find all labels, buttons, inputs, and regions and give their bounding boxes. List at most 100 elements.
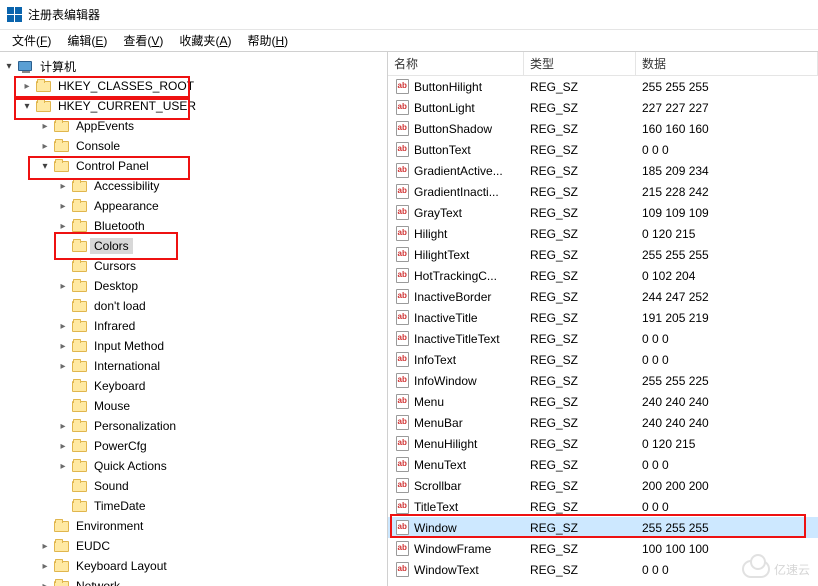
value-row[interactable]: ScrollbarREG_SZ200 200 200 [388, 475, 818, 496]
expand-icon[interactable] [38, 161, 52, 172]
menu-favorites[interactable]: 收藏夹(A) [171, 30, 239, 51]
value-row[interactable]: HilightTextREG_SZ255 255 255 [388, 244, 818, 265]
value-row[interactable]: WindowFrameREG_SZ100 100 100 [388, 538, 818, 559]
string-value-icon [394, 499, 410, 515]
value-row[interactable]: ButtonLightREG_SZ227 227 227 [388, 97, 818, 118]
value-row[interactable]: ButtonHilightREG_SZ255 255 255 [388, 76, 818, 97]
expand-icon[interactable] [56, 461, 70, 472]
expand-icon[interactable] [56, 281, 70, 292]
value-name: InactiveTitle [388, 310, 524, 326]
value-row[interactable]: InfoWindowREG_SZ255 255 225 [388, 370, 818, 391]
value-type: REG_SZ [524, 143, 636, 157]
value-type: REG_SZ [524, 164, 636, 178]
expand-icon[interactable] [38, 141, 52, 152]
value-type: REG_SZ [524, 227, 636, 241]
menu-view[interactable]: 查看(V) [115, 30, 171, 51]
tree-accessibility[interactable]: Accessibility [2, 176, 387, 196]
expand-icon[interactable] [56, 341, 70, 352]
value-row[interactable]: HotTrackingC...REG_SZ0 102 204 [388, 265, 818, 286]
value-row[interactable]: MenuREG_SZ240 240 240 [388, 391, 818, 412]
value-row[interactable]: InactiveTitleTextREG_SZ0 0 0 [388, 328, 818, 349]
tree-keyboard[interactable]: Keyboard [2, 376, 387, 396]
value-data: 0 0 0 [636, 353, 818, 367]
expand-icon[interactable] [56, 361, 70, 372]
value-data: 0 120 215 [636, 227, 818, 241]
expand-icon[interactable] [2, 61, 16, 72]
tree-environment[interactable]: Environment [2, 516, 387, 536]
value-name: InfoWindow [388, 373, 524, 389]
value-row[interactable]: GrayTextREG_SZ109 109 109 [388, 202, 818, 223]
expand-icon[interactable] [56, 421, 70, 432]
tree-console[interactable]: Console [2, 136, 387, 156]
tree-international[interactable]: International [2, 356, 387, 376]
tree-root[interactable]: 计算机 [2, 56, 387, 76]
value-row[interactable]: WindowREG_SZ255 255 255 [388, 517, 818, 538]
value-row[interactable]: MenuBarREG_SZ240 240 240 [388, 412, 818, 433]
expand-icon[interactable] [20, 101, 34, 112]
tree-mouse[interactable]: Mouse [2, 396, 387, 416]
expand-icon[interactable] [38, 121, 52, 132]
tree-quickactions[interactable]: Quick Actions [2, 456, 387, 476]
expand-icon[interactable] [56, 321, 70, 332]
tree-pane[interactable]: 计算机 HKEY_CLASSES_ROOT HKEY_CURRENT_USER … [0, 52, 388, 586]
tree-hkcr[interactable]: HKEY_CLASSES_ROOT [2, 76, 387, 96]
folder-icon [71, 318, 87, 334]
tree-appearance[interactable]: Appearance [2, 196, 387, 216]
expand-icon[interactable] [56, 201, 70, 212]
tree-eudc[interactable]: EUDC [2, 536, 387, 556]
tree-inputmethod[interactable]: Input Method [2, 336, 387, 356]
value-row[interactable]: InactiveTitleREG_SZ191 205 219 [388, 307, 818, 328]
tree-infrared[interactable]: Infrared [2, 316, 387, 336]
value-data: 185 209 234 [636, 164, 818, 178]
expand-icon[interactable] [56, 441, 70, 452]
column-name[interactable]: 名称 [388, 52, 524, 75]
menu-edit[interactable]: 编辑(E) [59, 30, 115, 51]
value-type: REG_SZ [524, 374, 636, 388]
tree-desktop[interactable]: Desktop [2, 276, 387, 296]
tree-powercfg[interactable]: PowerCfg [2, 436, 387, 456]
value-row[interactable]: GradientInacti...REG_SZ215 228 242 [388, 181, 818, 202]
tree-colors[interactable]: Colors [2, 236, 387, 256]
value-row[interactable]: MenuHilightREG_SZ0 120 215 [388, 433, 818, 454]
folder-icon [71, 338, 87, 354]
tree-bluetooth[interactable]: Bluetooth [2, 216, 387, 236]
value-row[interactable]: TitleTextREG_SZ0 0 0 [388, 496, 818, 517]
tree-appevents[interactable]: AppEvents [2, 116, 387, 136]
list-pane[interactable]: 名称 类型 数据 ButtonHilightREG_SZ255 255 255B… [388, 52, 818, 586]
tree-cursors[interactable]: Cursors [2, 256, 387, 276]
menu-bar: 文件(F) 编辑(E) 查看(V) 收藏夹(A) 帮助(H) [0, 30, 818, 52]
menu-file[interactable]: 文件(F) [4, 30, 59, 51]
expand-icon[interactable] [20, 81, 34, 92]
tree-dontload[interactable]: don't load [2, 296, 387, 316]
value-name: Menu [388, 394, 524, 410]
value-row[interactable]: GradientActive...REG_SZ185 209 234 [388, 160, 818, 181]
value-row[interactable]: MenuTextREG_SZ0 0 0 [388, 454, 818, 475]
expand-icon[interactable] [38, 561, 52, 572]
expand-icon[interactable] [38, 581, 52, 586]
expand-icon[interactable] [56, 221, 70, 232]
value-row[interactable]: ButtonShadowREG_SZ160 160 160 [388, 118, 818, 139]
expand-icon[interactable] [56, 181, 70, 192]
value-row[interactable]: ButtonTextREG_SZ0 0 0 [388, 139, 818, 160]
value-type: REG_SZ [524, 353, 636, 367]
value-name: InactiveBorder [388, 289, 524, 305]
string-value-icon [394, 121, 410, 137]
tree-timedate[interactable]: TimeDate [2, 496, 387, 516]
value-row[interactable]: InactiveBorderREG_SZ244 247 252 [388, 286, 818, 307]
tree-hkcu[interactable]: HKEY_CURRENT_USER [2, 96, 387, 116]
value-row[interactable]: InfoTextREG_SZ0 0 0 [388, 349, 818, 370]
tree-keyboardlayout[interactable]: Keyboard Layout [2, 556, 387, 576]
value-row[interactable]: WindowTextREG_SZ0 0 0 [388, 559, 818, 580]
string-value-icon [394, 142, 410, 158]
value-name: HilightText [388, 247, 524, 263]
column-data[interactable]: 数据 [636, 52, 818, 75]
expand-icon[interactable] [38, 541, 52, 552]
tree-sound[interactable]: Sound [2, 476, 387, 496]
string-value-icon [394, 415, 410, 431]
tree-personalization[interactable]: Personalization [2, 416, 387, 436]
tree-network[interactable]: Network [2, 576, 387, 586]
column-type[interactable]: 类型 [524, 52, 636, 75]
value-row[interactable]: HilightREG_SZ0 120 215 [388, 223, 818, 244]
menu-help[interactable]: 帮助(H) [239, 30, 296, 51]
tree-controlpanel[interactable]: Control Panel [2, 156, 387, 176]
